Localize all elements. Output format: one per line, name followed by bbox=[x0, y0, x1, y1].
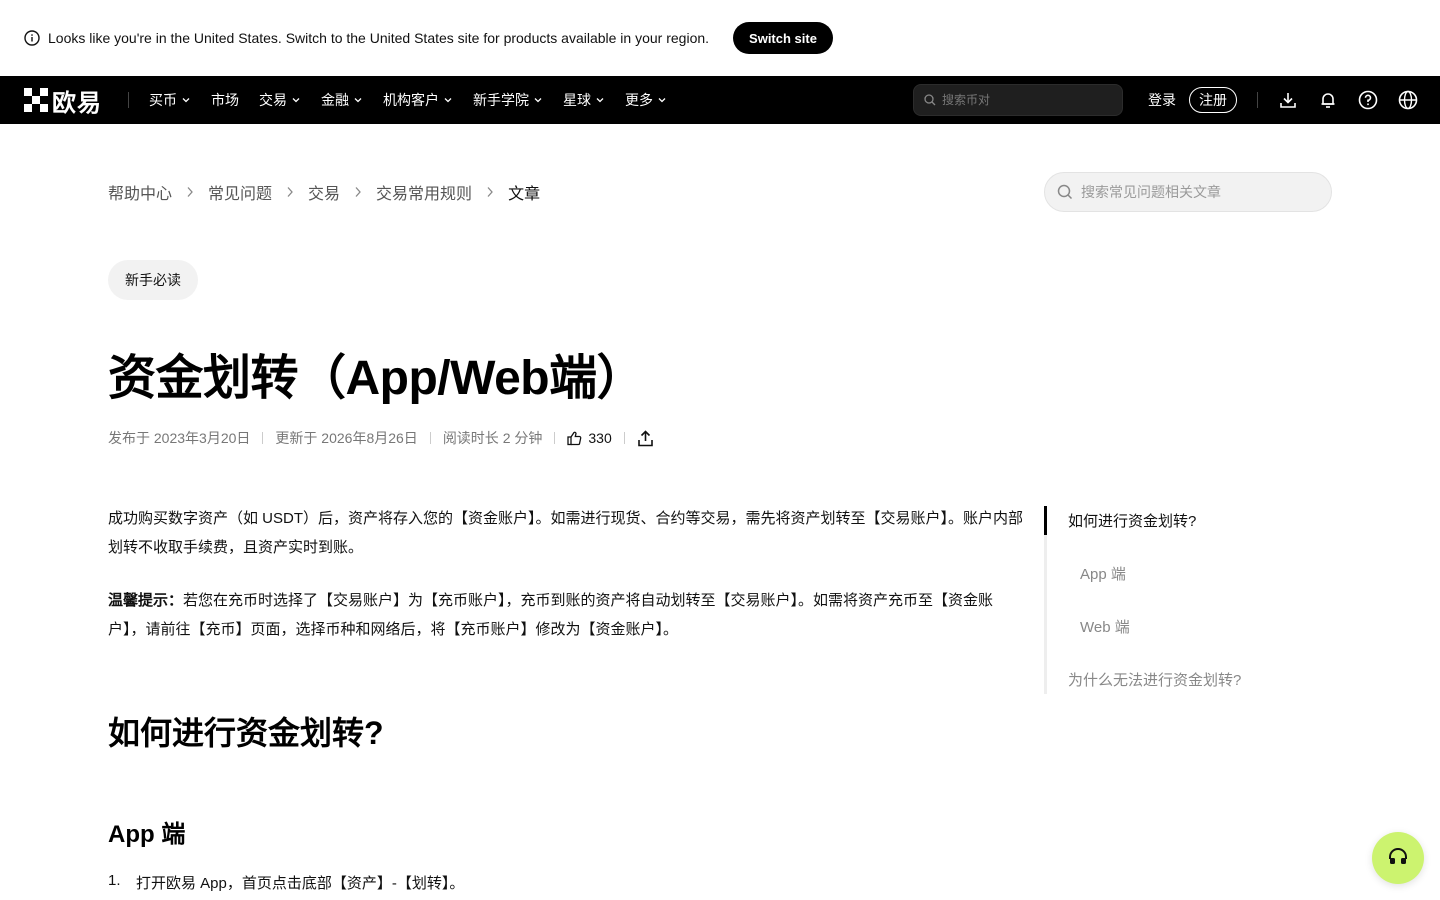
meta-divider bbox=[262, 432, 264, 444]
logo-text: 欧易 bbox=[52, 89, 102, 117]
switch-site-button[interactable]: Switch site bbox=[733, 22, 833, 54]
nav-right: 登录 注册 bbox=[1148, 76, 1438, 124]
logo-mark-icon bbox=[24, 88, 48, 112]
step-item: 1. 打开欧易 App，首页点击底部【资产】-【划转】。 bbox=[108, 872, 464, 893]
nav-item-label: 机构客户 bbox=[383, 92, 439, 108]
meta-divider bbox=[623, 432, 625, 444]
bell-icon[interactable] bbox=[1318, 90, 1338, 110]
toc-item[interactable]: 为什么无法进行资金划转? bbox=[1068, 669, 1241, 690]
pair-search[interactable] bbox=[913, 84, 1123, 116]
globe-icon[interactable] bbox=[1398, 90, 1418, 110]
top-navbar: 欧易 买币 市场 交易 金融 机构客户 新手学院 星球 更多 登录 注册 bbox=[0, 76, 1440, 124]
chevron-right-icon bbox=[486, 186, 494, 198]
pair-search-input[interactable] bbox=[942, 93, 1102, 107]
like-count: 330 bbox=[588, 430, 612, 446]
nav-menu: 买币 市场 交易 金融 机构客户 新手学院 星球 更多 bbox=[149, 90, 687, 110]
chevron-down-icon bbox=[181, 95, 191, 105]
breadcrumb-item[interactable]: 帮助中心 bbox=[108, 180, 172, 204]
banner-message: Looks like you're in the United States. … bbox=[48, 30, 710, 46]
help-search[interactable] bbox=[1044, 172, 1332, 212]
nav-item-4[interactable]: 机构客户 bbox=[383, 90, 453, 110]
article-body: 成功购买数字资产（如 USDT）后，资产将存入您的【资金账户】。如需进行现货、合… bbox=[108, 504, 1024, 644]
register-button[interactable]: 注册 bbox=[1189, 87, 1237, 113]
info-icon bbox=[24, 30, 40, 46]
toc-item[interactable]: App 端 bbox=[1080, 563, 1126, 584]
help-search-input[interactable] bbox=[1081, 184, 1311, 200]
meta-divider bbox=[429, 432, 431, 444]
updated-date: 更新于 2026年8月26日 bbox=[275, 430, 418, 446]
chevron-down-icon bbox=[533, 95, 543, 105]
chevron-down-icon bbox=[443, 95, 453, 105]
nav-item-5[interactable]: 新手学院 bbox=[473, 90, 543, 110]
toc-active-indicator bbox=[1044, 506, 1047, 535]
nav-item-2[interactable]: 交易 bbox=[259, 90, 301, 110]
article-tag[interactable]: 新手必读 bbox=[108, 260, 198, 300]
nav-item-label: 星球 bbox=[563, 92, 591, 108]
nav-divider-right bbox=[1257, 92, 1258, 108]
nav-item-1[interactable]: 市场 bbox=[211, 90, 239, 110]
chevron-down-icon bbox=[291, 95, 301, 105]
page-title: 资金划转（App/Web端） bbox=[108, 352, 645, 405]
tip-label: 温馨提示： bbox=[108, 592, 184, 609]
help-icon[interactable] bbox=[1358, 90, 1378, 110]
search-icon bbox=[1057, 184, 1073, 200]
table-of-contents: 如何进行资金划转? App 端 Web 端为什么无法进行资金划转? bbox=[1044, 506, 1334, 694]
share-icon[interactable] bbox=[637, 429, 654, 447]
login-link[interactable]: 登录 bbox=[1148, 90, 1176, 110]
chevron-right-icon bbox=[354, 186, 362, 198]
meta-divider bbox=[554, 432, 556, 444]
search-icon bbox=[924, 94, 936, 106]
intro-paragraph: 成功购买数字资产（如 USDT）后，资产将存入您的【资金账户】。如需进行现货、合… bbox=[108, 510, 1024, 556]
nav-item-label: 更多 bbox=[625, 92, 653, 108]
read-time: 阅读时长 2 分钟 bbox=[442, 430, 543, 446]
breadcrumb-item: 文章 bbox=[508, 186, 541, 203]
download-icon[interactable] bbox=[1278, 90, 1298, 110]
nav-item-label: 新手学院 bbox=[473, 92, 529, 108]
tip-paragraph: 温馨提示：若您在充币时选择了【交易账户】为【充币账户】，充币到账的资产将自动划转… bbox=[108, 586, 1024, 644]
breadcrumb-item[interactable]: 交易常用规则 bbox=[376, 180, 472, 204]
step-text: 打开欧易 App，首页点击底部【资产】-【划转】。 bbox=[136, 875, 465, 892]
breadcrumb-item[interactable]: 常见问题 bbox=[208, 180, 272, 204]
headset-icon bbox=[1389, 848, 1407, 864]
okx-logo[interactable]: 欧易 bbox=[24, 83, 102, 118]
toc-item[interactable]: 如何进行资金划转? bbox=[1068, 510, 1196, 531]
support-chat-button[interactable] bbox=[1372, 832, 1424, 884]
nav-item-6[interactable]: 星球 bbox=[563, 90, 605, 110]
nav-item-label: 金融 bbox=[321, 92, 349, 108]
tip-text: 若您在充币时选择了【交易账户】为【充币账户】，充币到账的资产将自动划转至【交易账… bbox=[108, 592, 994, 638]
chevron-down-icon bbox=[657, 95, 667, 105]
nav-item-label: 买币 bbox=[149, 92, 177, 108]
nav-item-0[interactable]: 买币 bbox=[149, 90, 191, 110]
nav-item-label: 交易 bbox=[259, 92, 287, 108]
thumbs-up-icon bbox=[567, 431, 582, 446]
article-meta: 发布于 2023年3月20日 更新于 2026年8月26日 阅读时长 2 分钟 … bbox=[108, 428, 654, 448]
subsection-heading: App 端 bbox=[108, 821, 186, 848]
nav-divider bbox=[128, 92, 129, 108]
toc-item[interactable]: Web 端 bbox=[1080, 616, 1130, 637]
region-banner: Looks like you're in the United States. … bbox=[0, 0, 1440, 76]
step-number: 1. bbox=[108, 872, 121, 889]
breadcrumb: 帮助中心 常见问题 交易 交易常用规则 文章 bbox=[108, 180, 540, 204]
nav-item-7[interactable]: 更多 bbox=[625, 90, 667, 110]
chevron-right-icon bbox=[286, 186, 294, 198]
chevron-down-icon bbox=[595, 95, 605, 105]
chevron-right-icon bbox=[186, 186, 194, 198]
nav-item-3[interactable]: 金融 bbox=[321, 90, 363, 110]
section-heading: 如何进行资金划转? bbox=[108, 715, 384, 751]
like-button[interactable]: 330 bbox=[567, 430, 612, 446]
breadcrumb-item[interactable]: 交易 bbox=[308, 180, 340, 204]
chevron-down-icon bbox=[353, 95, 363, 105]
nav-item-label: 市场 bbox=[211, 92, 239, 108]
published-date: 发布于 2023年3月20日 bbox=[108, 430, 251, 446]
